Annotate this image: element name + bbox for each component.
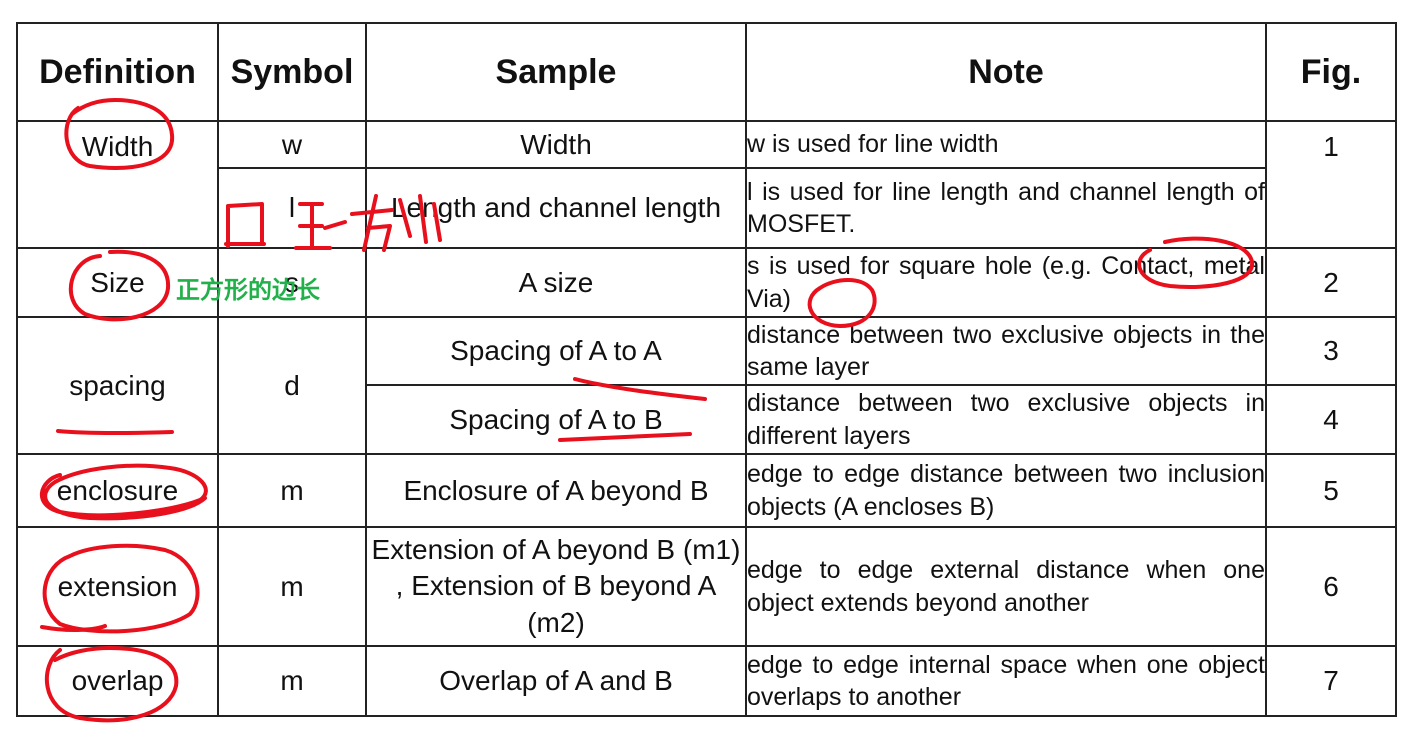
header-sample: Sample — [365, 22, 747, 122]
table-row-spacing-aa: spacing d Spacing of A to A distance bet… — [16, 316, 1397, 455]
table-row-extension: extension m Extension of A beyond B (m1)… — [16, 526, 1397, 647]
sample-extension: Extension of A beyond B (m1) , Extension… — [365, 526, 747, 647]
fig-4: 4 — [1265, 384, 1397, 455]
symbol-l: l — [217, 167, 367, 249]
definition-spacing: spacing — [16, 316, 219, 455]
size-annotation-cn: 正方形的边长 — [176, 276, 320, 304]
note-spacing-aa: distance between two exclusive objects i… — [745, 316, 1267, 386]
sample-width: Width — [365, 120, 747, 169]
definition-enclosure: enclosure — [16, 453, 219, 528]
symbol-m-extension: m — [217, 526, 367, 647]
header-note: Note — [745, 22, 1267, 122]
table-row-width: Width w Width w is used for line width 1 — [16, 120, 1397, 249]
sample-size: A size — [365, 247, 747, 318]
sample-spacing-aa: Spacing of A to A — [365, 316, 747, 386]
header-definition: Definition — [16, 22, 219, 122]
sample-spacing-ab: Spacing of A to B — [365, 384, 747, 455]
table-row-enclosure: enclosure m Enclosure of A beyond B edge… — [16, 453, 1397, 528]
symbol-m-overlap: m — [217, 645, 367, 717]
sample-overlap: Overlap of A and B — [365, 645, 747, 717]
sample-enclosure: Enclosure of A beyond B — [365, 453, 747, 528]
note-extension: edge to edge external distance when one … — [745, 526, 1267, 647]
note-width: w is used for line width — [745, 120, 1267, 169]
fig-2: 2 — [1265, 247, 1397, 318]
definition-overlap: overlap — [16, 645, 219, 717]
definition-width: Width — [16, 120, 219, 249]
definition-extension: extension — [16, 526, 219, 647]
note-spacing-ab: distance between two exclusive objects i… — [745, 384, 1267, 455]
note-size: s is used for square hole (e.g. Contact,… — [745, 247, 1267, 318]
fig-3: 3 — [1265, 316, 1397, 386]
note-length: l is used for line length and channel le… — [745, 167, 1267, 249]
sample-length: Length and channel length — [365, 167, 747, 249]
header-fig: Fig. — [1265, 22, 1397, 122]
fig-1: 1 — [1265, 120, 1397, 249]
table-row-length: l Length and channel length l is used fo… — [17, 167, 1396, 249]
symbol-d: d — [217, 316, 367, 455]
fig-6: 6 — [1265, 526, 1397, 647]
header-symbol: Symbol — [217, 22, 367, 122]
header-row: Definition Symbol Sample Note Fig. — [16, 22, 1397, 122]
note-enclosure: edge to edge distance between two inclus… — [745, 453, 1267, 528]
fig-5: 5 — [1265, 453, 1397, 528]
note-overlap: edge to edge internal space when one obj… — [745, 645, 1267, 717]
symbol-m-enclosure: m — [217, 453, 367, 528]
design-rules-table: Definition Symbol Sample Note Fig. Width… — [16, 22, 1397, 717]
symbol-w: w — [217, 120, 367, 169]
fig-7: 7 — [1265, 645, 1397, 717]
table-row-overlap: overlap m Overlap of A and B edge to edg… — [16, 645, 1397, 717]
